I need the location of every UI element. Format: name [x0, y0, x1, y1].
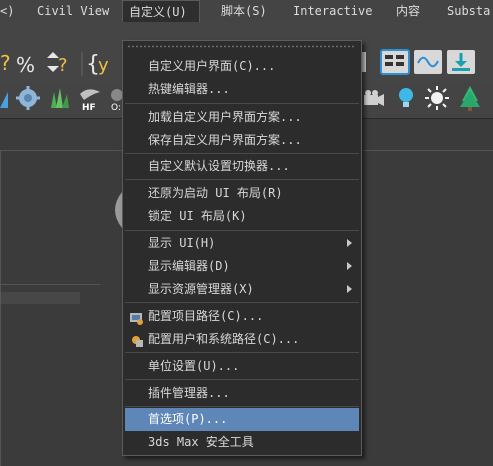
menu-separator: [125, 352, 359, 353]
menu-item-preferences[interactable]: 首选项(P)...: [125, 408, 359, 431]
menu-separator: [125, 302, 359, 303]
dope-sheet-icon[interactable]: [446, 49, 476, 78]
menu-customize[interactable]: 自定义(U): [122, 0, 200, 22]
viewport-label-ghost: [0, 292, 80, 304]
sun-icon[interactable]: [425, 86, 449, 113]
tear-off-handle[interactable]: [127, 45, 355, 48]
menu-interactive[interactable]: Interactive: [293, 0, 372, 22]
menu-item-save-ui-scheme[interactable]: 保存自定义用户界面方案...: [125, 129, 359, 152]
percent-snap-icon[interactable]: %: [16, 53, 40, 79]
menu-item-show-editors-label: 显示编辑器(D): [148, 259, 230, 273]
submenu-arrow-icon: [347, 285, 352, 293]
object-icon-partial[interactable]: O:: [110, 86, 123, 115]
menu-separator: [125, 230, 359, 231]
menu-item-configure-user-system-paths-label: 配置用户和系统路径(C)...: [148, 332, 300, 346]
tree-icon[interactable]: [458, 85, 482, 114]
menu-separator: [125, 153, 359, 154]
svg-text:?: ?: [58, 55, 68, 76]
menu-item-show-ui[interactable]: 显示 UI(H): [125, 232, 359, 255]
curve-editor-icon[interactable]: [413, 49, 443, 78]
viewcube-partial-icon[interactable]: [108, 190, 122, 230]
menu-cut-off-left[interactable]: <): [0, 0, 14, 22]
customize-dropdown-menu: 自定义用户界面(C)... 热键编辑器... 加载自定义用户界面方案... 保存…: [122, 40, 362, 456]
hair-fur-label: HF: [82, 103, 96, 112]
menu-item-security-tools[interactable]: 3ds Max 安全工具: [125, 431, 359, 454]
named-selection-icon[interactable]: { y: [86, 50, 116, 79]
gear-object-icon[interactable]: [16, 86, 40, 113]
svg-text:?: ?: [0, 52, 10, 74]
help-question-icon[interactable]: ?: [0, 51, 11, 77]
menu-separator: [125, 406, 359, 407]
menu-item-show-explorers-label: 显示资源管理器(X): [148, 282, 254, 296]
viewport-edge-left: [0, 150, 1, 466]
grass-icon[interactable]: [48, 86, 72, 113]
menu-item-lock-ui-layout[interactable]: 锁定 UI 布局(K): [125, 205, 359, 228]
hair-fur-icon[interactable]: HF: [78, 86, 104, 115]
menu-scripting[interactable]: 脚本(S): [221, 0, 267, 22]
menu-civil-view[interactable]: Civil View: [37, 0, 109, 22]
layout-grid-icon[interactable]: [380, 49, 410, 78]
object-label: O:: [111, 103, 121, 112]
menu-item-configure-project-paths-label: 配置项目路径(C)...: [148, 309, 264, 323]
submenu-arrow-icon: [347, 262, 352, 270]
spinner-snap-icon[interactable]: ?: [45, 52, 73, 79]
menu-item-load-ui-scheme[interactable]: 加载自定义用户界面方案...: [125, 106, 359, 129]
menu-item-configure-project-paths[interactable]: 配置项目路径(C)...: [125, 305, 359, 328]
sphere-icon[interactable]: [0, 88, 10, 113]
separator: [80, 52, 84, 79]
menu-item-configure-user-system-paths[interactable]: 配置用户和系统路径(C)...: [125, 328, 359, 351]
menu-item-show-editors[interactable]: 显示编辑器(D): [125, 255, 359, 278]
menu-item-units-setup[interactable]: 单位设置(U)...: [125, 355, 359, 378]
menu-separator: [125, 379, 359, 380]
light-bulb-icon[interactable]: [395, 86, 417, 113]
main-menu-bar: <) Civil View 自定义(U) 脚本(S) Interactive 内…: [0, 0, 493, 23]
menu-separator: [125, 103, 359, 104]
menu-item-customize-ui[interactable]: 自定义用户界面(C)...: [125, 55, 359, 78]
menu-item-plugin-manager[interactable]: 插件管理器...: [125, 382, 359, 405]
menu-substance[interactable]: Substa: [447, 0, 490, 22]
menu-item-hotkey-editor[interactable]: 热键编辑器...: [125, 78, 359, 101]
menu-content[interactable]: 内容: [396, 0, 420, 22]
svg-text:%: %: [16, 54, 35, 76]
menu-item-revert-startup-layout[interactable]: 还原为启动 UI 布局(R): [125, 182, 359, 205]
menu-item-show-explorers[interactable]: 显示资源管理器(X): [125, 278, 359, 301]
menu-item-show-ui-label: 显示 UI(H): [148, 236, 216, 250]
svg-text:y: y: [98, 55, 109, 76]
camera-icon[interactable]: [362, 88, 386, 113]
menu-separator: [125, 179, 359, 180]
menu-item-defaults-switcher[interactable]: 自定义默认设置切换器...: [125, 155, 359, 178]
viewport-divider-left: [0, 284, 100, 285]
submenu-arrow-icon: [347, 239, 352, 247]
